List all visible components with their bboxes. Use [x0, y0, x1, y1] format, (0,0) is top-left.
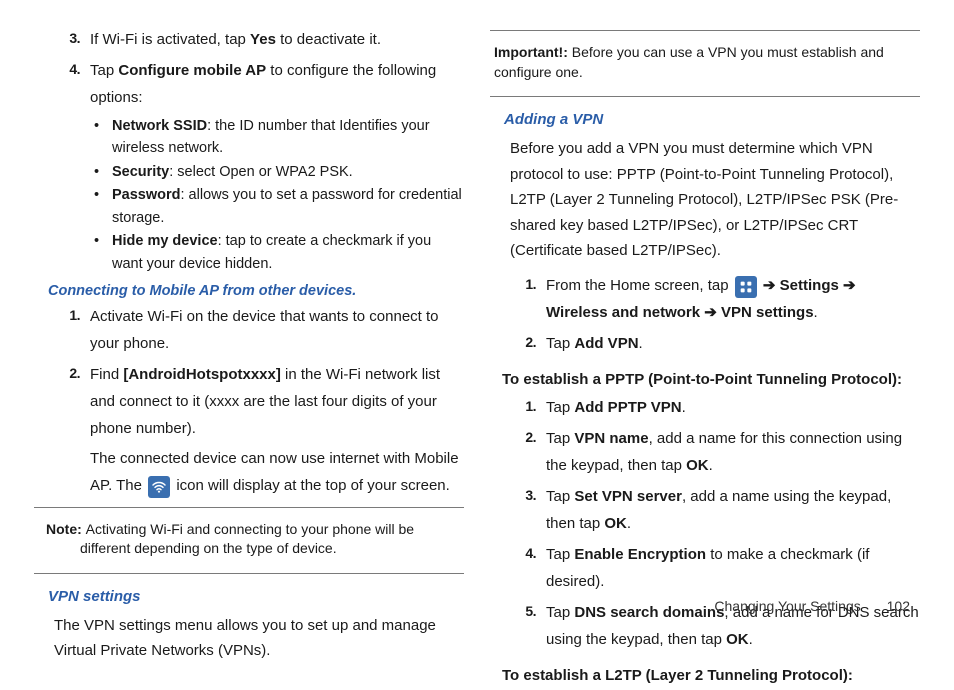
connect-step-1: 1. Activate Wi-Fi on the device that wan…: [62, 303, 464, 357]
divider: [34, 507, 464, 508]
step-text: From the Home screen, tap ➔ Settings ➔ W…: [546, 272, 920, 326]
step-3: 3. If Wi-Fi is activated, tap Yes to dea…: [62, 26, 464, 53]
step-text: Tap VPN name, add a name for this connec…: [546, 425, 920, 479]
step-text: Tap Configure mobile AP to configure the…: [90, 57, 464, 111]
wifi-icon: [148, 476, 170, 498]
step-text: Tap Set VPN server, add a name using the…: [546, 483, 920, 537]
pptp-step-4: 4. Tap Enable Encryption to make a check…: [518, 541, 920, 595]
connect-step-2-followup: The connected device can now use interne…: [90, 446, 464, 499]
heading-vpn-settings: VPN settings: [48, 588, 464, 605]
bullet-network-ssid: •Network SSID: the ID number that Identi…: [94, 115, 464, 160]
add-step-2: 2. Tap Add VPN.: [518, 330, 920, 357]
heading-connecting: Connecting to Mobile AP from other devic…: [48, 283, 464, 299]
step-text: Tap Enable Encryption to make a checkmar…: [546, 541, 920, 595]
pptp-step-3: 3. Tap Set VPN server, add a name using …: [518, 483, 920, 537]
step-number: 4.: [62, 57, 80, 111]
heading-pptp: To establish a PPTP (Point-to-Point Tunn…: [502, 371, 920, 388]
step-text: Find [AndroidHotspotxxxx] in the Wi-Fi n…: [90, 361, 464, 442]
step-number: 4.: [518, 541, 536, 595]
step-text: If Wi-Fi is activated, tap Yes to deacti…: [90, 26, 464, 53]
divider: [490, 96, 920, 97]
step-number: 1.: [518, 272, 536, 326]
pptp-step-1: 1. Tap Add PPTP VPN.: [518, 394, 920, 421]
step-number: 5.: [518, 599, 536, 653]
footer-section: Changing Your Settings: [714, 598, 860, 614]
adding-vpn-para: Before you add a VPN you must determine …: [510, 136, 920, 264]
pptp-step-2: 2. Tap VPN name, add a name for this con…: [518, 425, 920, 479]
important-label: Important!:: [494, 44, 572, 60]
step-number: 2.: [62, 361, 80, 442]
right-column: Important!: Before you can use a VPN you…: [490, 22, 920, 690]
step-number: 3.: [518, 483, 536, 537]
step-number: 1.: [518, 394, 536, 421]
step-text: Activate Wi-Fi on the device that wants …: [90, 303, 464, 357]
step-4: 4. Tap Configure mobile AP to configure …: [62, 57, 464, 111]
page-footer: Changing Your Settings 102: [714, 598, 910, 614]
bullet-password: •Password: allows you to set a password …: [94, 184, 464, 229]
step-text: Tap Add PPTP VPN.: [546, 394, 920, 421]
apps-icon: [735, 276, 757, 298]
bullet-hide-device: •Hide my device: tap to create a checkma…: [94, 230, 464, 275]
vpn-settings-para: The VPN settings menu allows you to set …: [54, 613, 464, 664]
footer-page-number: 102: [887, 598, 910, 614]
note-box: Note: Activating Wi-Fi and connecting to…: [34, 516, 464, 565]
step-number: 1.: [62, 303, 80, 357]
important-box: Important!: Before you can use a VPN you…: [490, 39, 920, 88]
left-column: 3. If Wi-Fi is activated, tap Yes to dea…: [34, 22, 464, 690]
divider: [490, 30, 920, 31]
step-text: Tap Add VPN.: [546, 330, 920, 357]
step-number: 2.: [518, 330, 536, 357]
divider: [34, 573, 464, 574]
note-label: Note:: [46, 521, 86, 537]
step-number: 2.: [518, 425, 536, 479]
heading-l2tp: To establish a L2TP (Layer 2 Tunneling P…: [502, 667, 920, 684]
step-number: 3.: [62, 26, 80, 53]
bullet-security: •Security: select Open or WPA2 PSK.: [94, 161, 464, 183]
note-text: Activating Wi-Fi and connecting to your …: [80, 521, 414, 557]
add-step-1: 1. From the Home screen, tap ➔ Settings …: [518, 272, 920, 326]
heading-adding-vpn: Adding a VPN: [504, 111, 920, 128]
connect-step-2: 2. Find [AndroidHotspotxxxx] in the Wi-F…: [62, 361, 464, 442]
